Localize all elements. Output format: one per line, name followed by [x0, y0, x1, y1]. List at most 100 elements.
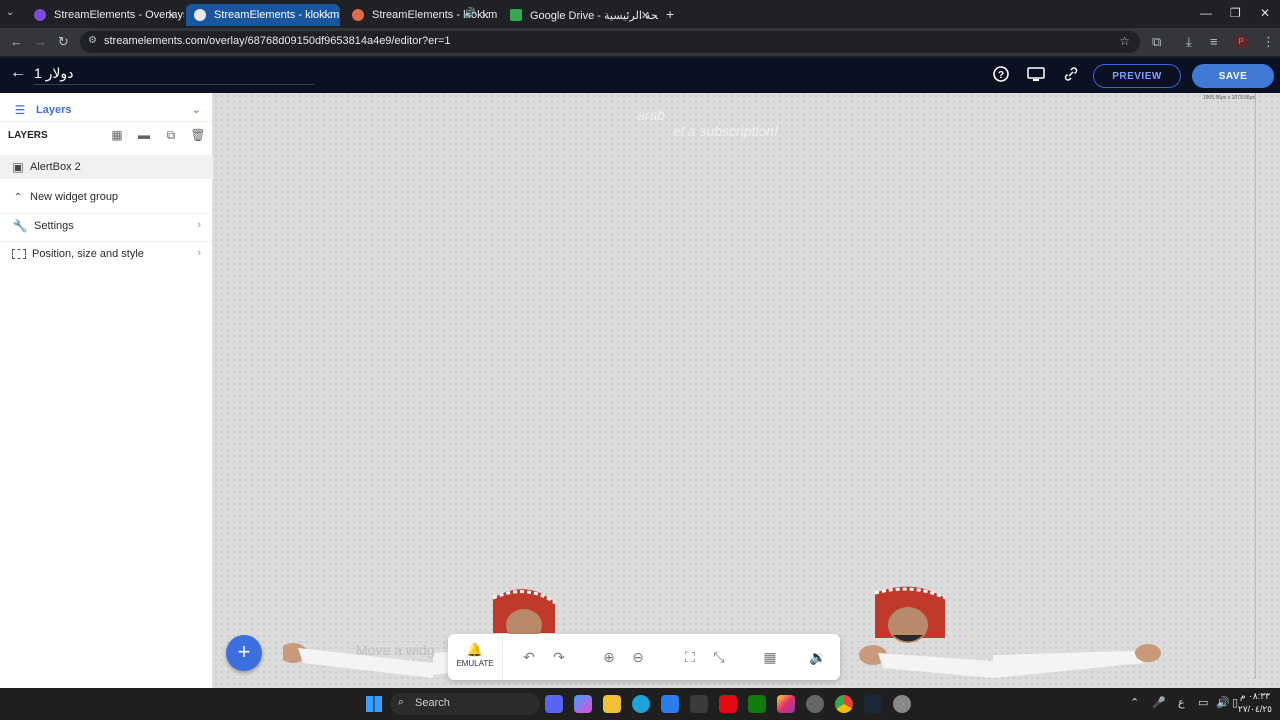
- bell-icon: 🔔: [466, 642, 484, 657]
- trash-icon[interactable]: 🗑: [190, 128, 206, 144]
- file-explorer-icon[interactable]: [603, 695, 621, 713]
- chevron-down-icon[interactable]: ⌄: [192, 103, 201, 116]
- layers-panel-header[interactable]: ☰ Layers ⌄: [0, 98, 213, 122]
- layers-sidebar: ☰ Layers ⌄ LAYERS ▦ ▬ ⧉ 🗑 ▣ AlertBox 2 ⌃…: [0, 93, 213, 688]
- language-indicator[interactable]: ع: [1178, 696, 1185, 709]
- close-tab-icon[interactable]: ✕: [323, 9, 332, 22]
- restore-icon[interactable]: ❐: [1230, 6, 1241, 20]
- browser-tab-editor-active[interactable]: StreamElements - klokl.m ✕: [186, 4, 340, 26]
- layers-panel-title: Layers: [36, 103, 72, 116]
- undo-icon[interactable]: ↶: [520, 648, 538, 666]
- layers-stack-icon: ☰: [14, 102, 26, 117]
- save-button[interactable]: SAVE: [1192, 64, 1274, 88]
- speaker-icon[interactable]: 🔊: [464, 8, 476, 19]
- browser-tab-overlays[interactable]: StreamElements - Overlays ✕: [26, 4, 184, 26]
- edge-icon[interactable]: [632, 695, 650, 713]
- steam-icon[interactable]: [864, 695, 882, 713]
- extensions-icon[interactable]: ⧉: [1152, 34, 1161, 50]
- network-icon[interactable]: ▭: [1198, 696, 1208, 709]
- redo-icon[interactable]: ↷: [550, 648, 568, 666]
- tray-chevron-icon[interactable]: ⌃: [1130, 696, 1139, 709]
- browser-toolbar: ← → ↻ ⚙ streamelements.com/overlay/68768…: [0, 28, 1280, 56]
- layer-item-alertbox[interactable]: ▣ AlertBox 2: [0, 155, 213, 179]
- zoom-out-icon[interactable]: ⊖: [629, 648, 647, 666]
- browser-tab-strip: ⌄ StreamElements - Overlays ✕ StreamElem…: [0, 0, 1280, 28]
- volume-icon[interactable]: 🔉: [809, 648, 827, 666]
- link-icon[interactable]: [1062, 66, 1080, 84]
- site-info-icon[interactable]: ⚙: [88, 35, 97, 46]
- app-icon[interactable]: [690, 695, 708, 713]
- store-icon[interactable]: [661, 695, 679, 713]
- tab-label: StreamElements - klokl.m: [214, 9, 340, 21]
- instagram-icon[interactable]: [777, 695, 795, 713]
- position-style-row[interactable]: Position, size and style ›: [0, 241, 213, 265]
- settings-gear-icon[interactable]: [893, 695, 911, 713]
- netflix-icon[interactable]: [719, 695, 737, 713]
- close-tab-icon[interactable]: ✕: [167, 9, 176, 22]
- preview-button[interactable]: PREVIEW: [1093, 64, 1181, 88]
- google-drive-icon: [510, 9, 522, 21]
- emulate-button[interactable]: 🔔 EMULATE: [448, 634, 503, 680]
- grid-icon[interactable]: ▦: [761, 648, 779, 666]
- media-control-icon[interactable]: ≡: [1210, 34, 1218, 49]
- chevron-up-icon: ⌃: [13, 191, 23, 203]
- discord-icon[interactable]: [545, 695, 563, 713]
- windows-start-icon[interactable]: [366, 696, 382, 712]
- svg-text:?: ?: [998, 70, 1004, 81]
- browser-tab-editor-audio[interactable]: StreamElements - klokl.m 🔊 ✕: [344, 4, 498, 26]
- xbox-icon[interactable]: [748, 695, 766, 713]
- url-text: streamelements.com/overlay/68768d09150df…: [104, 35, 451, 47]
- chrome-icon[interactable]: [835, 695, 853, 713]
- browser-tab-google-drive[interactable]: Google Drive - الصفحة الرئيسية ✕: [502, 4, 658, 26]
- reload-icon[interactable]: ↻: [58, 34, 69, 50]
- back-icon[interactable]: ←: [10, 34, 23, 49]
- browser-menu-icon[interactable]: ⋮: [1262, 34, 1275, 50]
- help-icon[interactable]: ?: [992, 66, 1010, 84]
- tab-label: StreamElements - Overlays: [54, 9, 184, 21]
- download-icon[interactable]: ⤓: [1186, 34, 1192, 50]
- close-tab-icon[interactable]: ✕: [481, 9, 490, 22]
- new-tab-button[interactable]: +: [666, 6, 674, 22]
- position-label: Position, size and style: [32, 247, 144, 260]
- bookmark-star-icon[interactable]: ☆: [1119, 34, 1130, 48]
- tab-list-chevron-icon[interactable]: ⌄: [6, 7, 14, 18]
- duplicate-icon[interactable]: ⧉: [163, 128, 179, 144]
- clock-date[interactable]: ٢٧/٠٤/٢٥: [1238, 704, 1272, 715]
- copilot-icon[interactable]: [574, 695, 592, 713]
- search-icon: ⌕: [398, 696, 405, 708]
- chevron-right-icon: ›: [197, 247, 201, 259]
- zoom-in-icon[interactable]: ⊕: [600, 648, 618, 666]
- fit-screen-icon[interactable]: ⤡: [710, 648, 728, 666]
- image-layer-icon: ▣: [12, 160, 24, 174]
- app-icon[interactable]: [806, 695, 824, 713]
- volume-tray-icon[interactable]: 🔊: [1216, 696, 1230, 709]
- forward-icon[interactable]: →: [34, 34, 47, 49]
- monitor-settings-icon[interactable]: [1027, 66, 1045, 84]
- alert-ghost-text: arab: [637, 107, 666, 123]
- clock-time[interactable]: ٠٨:٣٣ م: [1240, 691, 1270, 702]
- editor-header: ← دولار 1 ? PREVIEW SAVE: [0, 58, 1280, 93]
- tab-label: Google Drive - الصفحة الرئيسية: [530, 9, 658, 22]
- widget-group-label: New widget group: [30, 191, 119, 203]
- profile-avatar[interactable]: P: [1234, 35, 1248, 49]
- overlay-title-input[interactable]: دولار 1: [34, 65, 314, 85]
- fullscreen-icon[interactable]: ⛶: [681, 648, 699, 666]
- close-tab-icon[interactable]: ✕: [641, 9, 650, 22]
- close-window-icon[interactable]: ✕: [1260, 6, 1270, 20]
- back-arrow-icon[interactable]: ←: [10, 64, 26, 82]
- add-widget-icon[interactable]: ▦: [109, 128, 125, 144]
- taskbar-search[interactable]: ⌕ Search: [390, 693, 540, 715]
- widget-group-row[interactable]: ⌃ New widget group: [0, 185, 213, 209]
- layer-item-label: AlertBox 2: [30, 161, 81, 173]
- overlay-canvas[interactable]: 1905.56px x 1079.56px arab el a subscrip…: [213, 93, 1280, 688]
- address-bar[interactable]: ⚙ streamelements.com/overlay/68768d09150…: [80, 31, 1140, 53]
- settings-label: Settings: [34, 219, 74, 232]
- windows-taskbar: ⌕ Search ⌃ 🎤 ع ▭ 🔊 ▯ ٠٨:٣٣ م ٢٧/٠٤/٢٥: [0, 688, 1280, 720]
- settings-row[interactable]: 🔧 Settings ›: [0, 213, 213, 237]
- streamelements-favicon-icon: [352, 9, 364, 21]
- minimize-icon[interactable]: —: [1200, 6, 1212, 20]
- folder-icon[interactable]: ▬: [136, 128, 152, 144]
- add-widget-button[interactable]: +: [226, 635, 262, 671]
- microphone-icon[interactable]: 🎤: [1152, 696, 1166, 709]
- alert-ghost-text: el a subscription!: [673, 123, 779, 139]
